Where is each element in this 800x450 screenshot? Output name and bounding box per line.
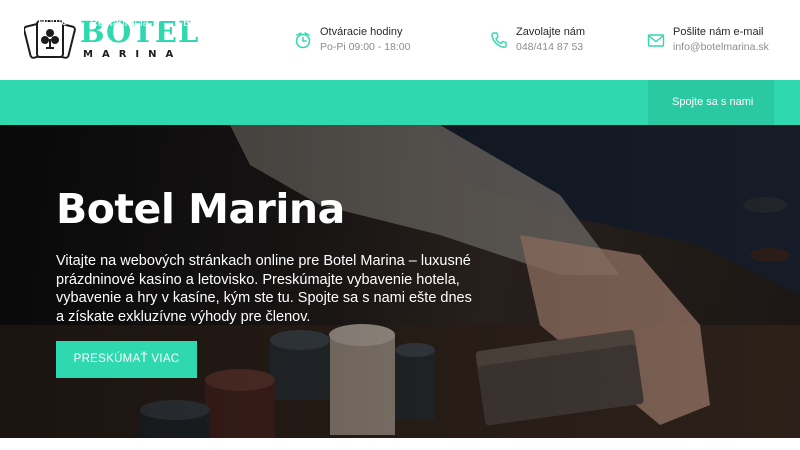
- nav-label: Reštaurácia: [90, 17, 149, 29]
- nav-label: Obchodné podmienky: [473, 16, 581, 28]
- hero-title: Botel Marina: [56, 185, 345, 233]
- nav-item-botel-marina[interactable]: Botel Marina ▼: [183, 0, 258, 45]
- search-icon[interactable]: [644, 14, 658, 28]
- nav-label: Novinky: [344, 16, 384, 28]
- nav-item-obchodne-podmienky[interactable]: Obchodné podmienky: [473, 0, 580, 45]
- hero-description: Vitajte na webových stránkach online pre…: [56, 253, 472, 325]
- page-bottom-area: [0, 438, 800, 450]
- hero-banner: Botel Marina Vitajte na webových stránka…: [0, 125, 800, 438]
- explore-more-button[interactable]: PRESKÚMAŤ VIAC: [56, 341, 197, 378]
- chevron-down-icon: ▼: [153, 18, 162, 27]
- nav-item-blog[interactable]: Náš blog: [278, 0, 321, 45]
- nav-label: Pozdraviť: [405, 16, 452, 28]
- nav-label: Náš blog: [278, 16, 322, 28]
- nav-item-home[interactable]: Home: [38, 0, 67, 45]
- nav-item-restauracia[interactable]: Reštaurácia ▼: [90, 0, 162, 45]
- logo-subname: MARINA: [83, 49, 183, 60]
- email-title: Pošlite nám e-mail: [673, 26, 764, 38]
- mail-icon: [647, 34, 665, 47]
- email-value[interactable]: info@botelmarina.sk: [673, 41, 769, 53]
- nav-item-novinky[interactable]: Novinky: [344, 0, 383, 45]
- nav-label: Botel Marina: [183, 17, 245, 29]
- chevron-down-icon: ▼: [249, 18, 258, 27]
- nav-label: Home: [38, 16, 68, 28]
- nav-item-pozdravit[interactable]: Pozdraviť: [405, 0, 452, 45]
- contact-us-label[interactable]: Spojte sa s nami: [672, 80, 753, 125]
